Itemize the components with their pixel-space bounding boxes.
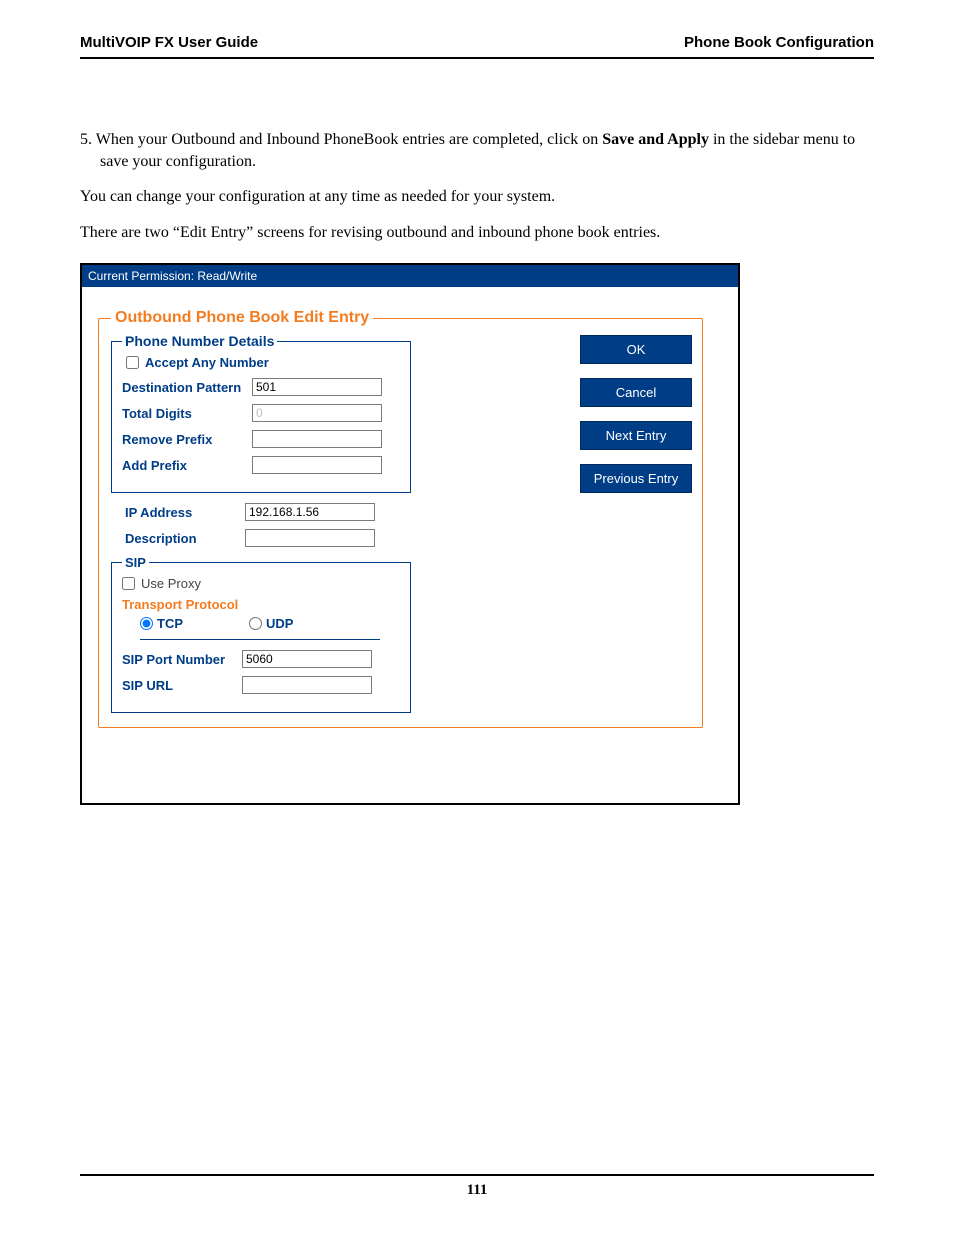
header-right: Phone Book Configuration [684,34,874,51]
use-proxy-checkbox[interactable] [122,577,135,590]
p1-prefix: 5. When your Outbound and Inbound PhoneB… [80,131,602,148]
destination-pattern-input[interactable] [252,378,382,396]
accept-any-number-checkbox[interactable] [126,356,139,369]
window-client-area: Outbound Phone Book Edit Entry Phone Num… [82,287,738,803]
description-input[interactable] [245,529,375,547]
previous-entry-button[interactable]: Previous Entry [580,464,692,493]
ip-address-label: IP Address [125,505,245,520]
description-label: Description [125,531,245,546]
total-digits-label: Total Digits [122,406,252,421]
sip-fieldset: SIP Use Proxy Transport Protocol TCP [111,555,411,713]
page-number: 111 [467,1182,488,1198]
tcp-option[interactable]: TCP [140,616,183,631]
sip-port-input[interactable] [242,650,372,668]
permission-bar: Current Permission: Read/Write [82,265,738,287]
header-left: MultiVOIP FX User Guide [80,34,258,51]
accept-any-number-label: Accept Any Number [145,355,269,370]
sip-port-label: SIP Port Number [122,652,242,667]
add-prefix-label: Add Prefix [122,458,252,473]
phone-number-details-fieldset: Phone Number Details Accept Any Number D… [111,333,411,493]
ok-button[interactable]: OK [580,335,692,364]
page: MultiVOIP FX User Guide Phone Book Confi… [0,0,954,1235]
total-digits-input[interactable] [252,404,382,422]
phone-number-details-legend: Phone Number Details [122,333,277,349]
page-header: MultiVOIP FX User Guide Phone Book Confi… [80,34,874,59]
udp-option[interactable]: UDP [249,616,293,631]
remove-prefix-label: Remove Prefix [122,432,252,447]
paragraph-3: There are two “Edit Entry” screens for r… [80,222,874,244]
sip-legend: SIP [122,555,149,570]
page-footer: 111 [80,1174,874,1199]
udp-radio[interactable] [249,617,262,630]
cancel-button[interactable]: Cancel [580,378,692,407]
body-text: 5. When your Outbound and Inbound PhoneB… [80,129,874,243]
sip-url-label: SIP URL [122,678,242,693]
next-entry-button[interactable]: Next Entry [580,421,692,450]
tcp-radio[interactable] [140,617,153,630]
p1-bold: Save and Apply [602,131,709,148]
paragraph-2: You can change your configuration at any… [80,186,874,208]
remove-prefix-input[interactable] [252,430,382,448]
add-prefix-input[interactable] [252,456,382,474]
use-proxy-label: Use Proxy [141,576,201,591]
paragraph-step5: 5. When your Outbound and Inbound PhoneB… [80,129,874,172]
sip-url-input[interactable] [242,676,372,694]
udp-label: UDP [266,616,293,631]
transport-protocol-label: Transport Protocol [122,597,400,612]
destination-pattern-label: Destination Pattern [122,380,252,395]
transport-protocol-radios: TCP UDP [140,616,380,640]
tcp-label: TCP [157,616,183,631]
button-column: OK Cancel Next Entry Previous Entry [580,335,692,493]
ip-address-input[interactable] [245,503,375,521]
outbound-edit-legend: Outbound Phone Book Edit Entry [111,309,373,327]
edit-entry-window: Current Permission: Read/Write Outbound … [80,263,740,805]
